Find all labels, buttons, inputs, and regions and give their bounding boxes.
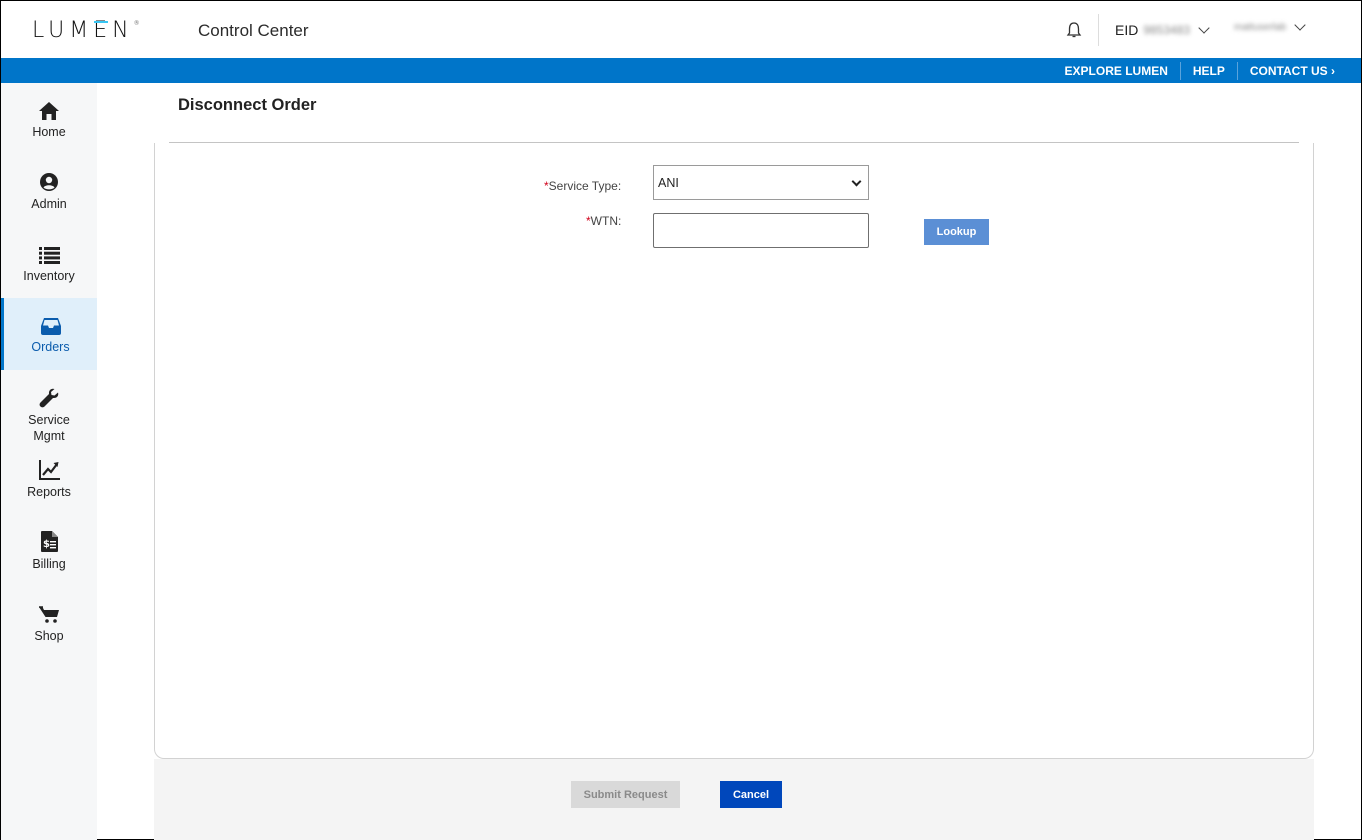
sidebar-item-orders[interactable]: Orders bbox=[1, 298, 97, 370]
wtn-input[interactable] bbox=[653, 213, 869, 248]
cancel-button[interactable]: Cancel bbox=[720, 781, 782, 808]
service-type-label: *Service Type: bbox=[544, 179, 622, 193]
submit-request-button[interactable]: Submit Request bbox=[571, 781, 680, 808]
utility-nav-bar: EXPLORE LUMEN HELP CONTACT US › bbox=[1, 58, 1361, 83]
sidebar-item-label: Reports bbox=[27, 485, 71, 499]
eid-label: EID bbox=[1115, 22, 1139, 38]
sidebar-item-label: Admin bbox=[31, 197, 67, 211]
top-header: LUMEN® Control Center EID 9853483 mattus… bbox=[1, 1, 1361, 58]
user-circle-icon bbox=[40, 173, 58, 191]
contact-us-link[interactable]: CONTACT US › bbox=[1236, 61, 1335, 80]
wtn-label: *WTN: bbox=[586, 214, 622, 228]
sidebar-item-inventory[interactable]: Inventory bbox=[1, 227, 97, 299]
sidebar-item-label: Orders bbox=[31, 340, 70, 354]
chevron-down-icon bbox=[1294, 19, 1306, 31]
invoice-icon: $ bbox=[40, 531, 58, 552]
sidebar-item-admin[interactable]: Admin bbox=[1, 155, 97, 227]
chart-line-icon bbox=[38, 460, 60, 480]
wrench-icon bbox=[39, 388, 59, 408]
bell-icon[interactable] bbox=[1065, 21, 1083, 39]
inbox-tray-icon bbox=[40, 318, 61, 335]
header-divider bbox=[1098, 14, 1099, 46]
sidebar-item-label: Shop bbox=[34, 629, 64, 643]
lumen-logo[interactable]: LUMEN® bbox=[32, 18, 140, 43]
sidebar-item-label: Inventory bbox=[23, 269, 75, 283]
eid-value: 9853483 bbox=[1143, 23, 1191, 37]
sidebar-item-label: Home bbox=[32, 125, 66, 139]
cart-icon bbox=[39, 606, 59, 623]
eid-selector[interactable]: EID 9853483 bbox=[1115, 21, 1210, 38]
explore-lumen-link[interactable]: EXPLORE LUMEN bbox=[1053, 62, 1180, 80]
chevron-down-icon bbox=[851, 176, 862, 187]
sidebar-item-label: Billing bbox=[32, 557, 66, 571]
list-icon bbox=[38, 247, 60, 264]
service-type-value: ANI bbox=[658, 175, 679, 190]
chevron-down-icon bbox=[1198, 21, 1210, 34]
help-link[interactable]: HELP bbox=[1179, 61, 1237, 80]
sidebar-item-shop[interactable]: Shop bbox=[1, 587, 97, 659]
sidebar-item-home[interactable]: Home bbox=[1, 83, 97, 155]
sidebar-nav: Home Admin Inventory Orders Service Mgmt… bbox=[1, 83, 97, 840]
sidebar-item-reports[interactable]: Reports bbox=[1, 443, 97, 515]
lookup-button[interactable]: Lookup bbox=[924, 219, 989, 245]
home-icon bbox=[39, 102, 59, 120]
sidebar-item-service-mgmt[interactable]: Service Mgmt bbox=[1, 371, 97, 451]
service-type-select[interactable]: ANI bbox=[653, 165, 869, 200]
sidebar-item-billing[interactable]: $ Billing bbox=[1, 515, 97, 587]
user-menu[interactable]: mattuserlab bbox=[1234, 19, 1306, 33]
page-title: Disconnect Order bbox=[178, 96, 317, 114]
sidebar-item-label: Service Mgmt bbox=[28, 413, 70, 443]
user-name: mattuserlab bbox=[1234, 22, 1287, 33]
app-title: Control Center bbox=[198, 21, 309, 40]
svg-text:$: $ bbox=[43, 539, 50, 550]
